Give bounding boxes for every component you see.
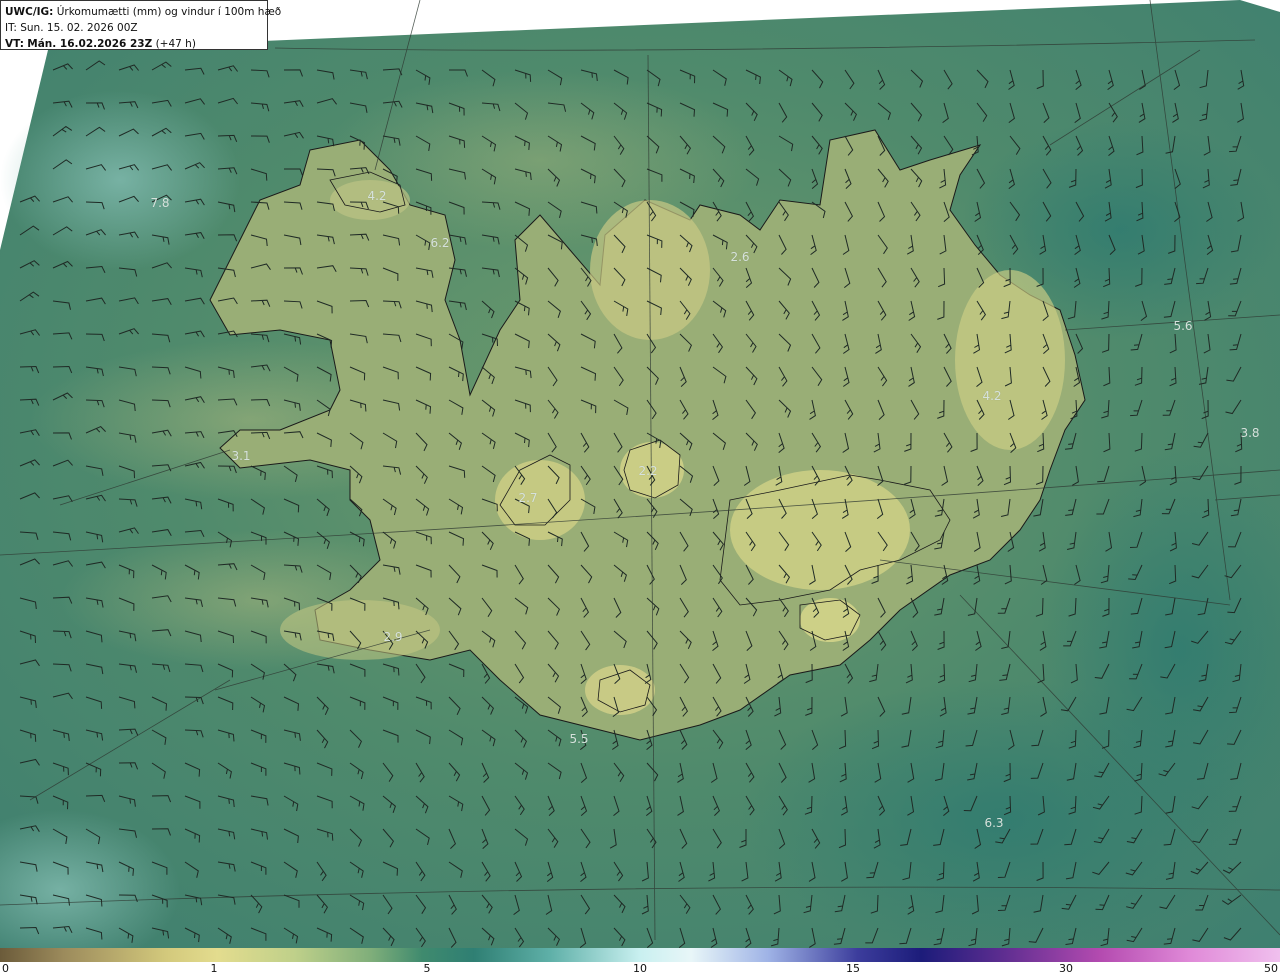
product-name: Úrkomumætti (mm) og vindur í 100m hæð [56, 6, 282, 18]
colorbar-tick: 30 [1059, 962, 1073, 975]
map-value-label: 2.9 [383, 630, 403, 644]
map-value-label: 4.2 [367, 189, 387, 203]
map-value-label: 7.8 [150, 196, 170, 210]
map-legend-box: UWC/IG: Úrkomumætti (mm) og vindur í 100… [0, 0, 281, 52]
precipitation-colorbar [0, 948, 1280, 962]
initial-time: IT: Sun. 15. 02. 2026 00Z [5, 22, 138, 34]
colorbar-tick: 15 [846, 962, 860, 975]
map-value-label: 3.1 [231, 449, 251, 463]
model-name: UWC/IG: [5, 6, 54, 18]
map-value-label: 4.2 [982, 389, 1002, 403]
map-value-label: 2.7 [518, 491, 538, 505]
colorbar-ticks: 0 1 5 10 15 30 50 [0, 962, 1280, 978]
map-value-label: 2.2 [638, 464, 658, 478]
valid-time: Mán. 16.02.2026 23Z [27, 38, 153, 50]
map-value-label: 2.6 [730, 250, 750, 264]
map-value-label: 5.6 [1173, 319, 1193, 333]
valid-prefix: VT: [5, 38, 24, 50]
lead-time: (+47 h) [155, 38, 196, 50]
colorbar-tick: 50 [1264, 962, 1278, 975]
colorbar-tick: 5 [423, 962, 431, 975]
colorbar-tick: 0 [2, 962, 9, 975]
map-value-label: 6.2 [430, 236, 450, 250]
colorbar-tick: 10 [633, 962, 647, 975]
map-value-label: 3.8 [1240, 426, 1260, 440]
map-value-label: 5.5 [569, 732, 589, 746]
valid-time-row: VT: Mán. 16.02.2026 23Z (+47 h) [5, 36, 263, 52]
map-value-label: 6.3 [984, 816, 1004, 830]
colorbar-tick: 1 [210, 962, 218, 975]
legend-title-row: UWC/IG: Úrkomumætti (mm) og vindur í 100… [5, 4, 281, 20]
